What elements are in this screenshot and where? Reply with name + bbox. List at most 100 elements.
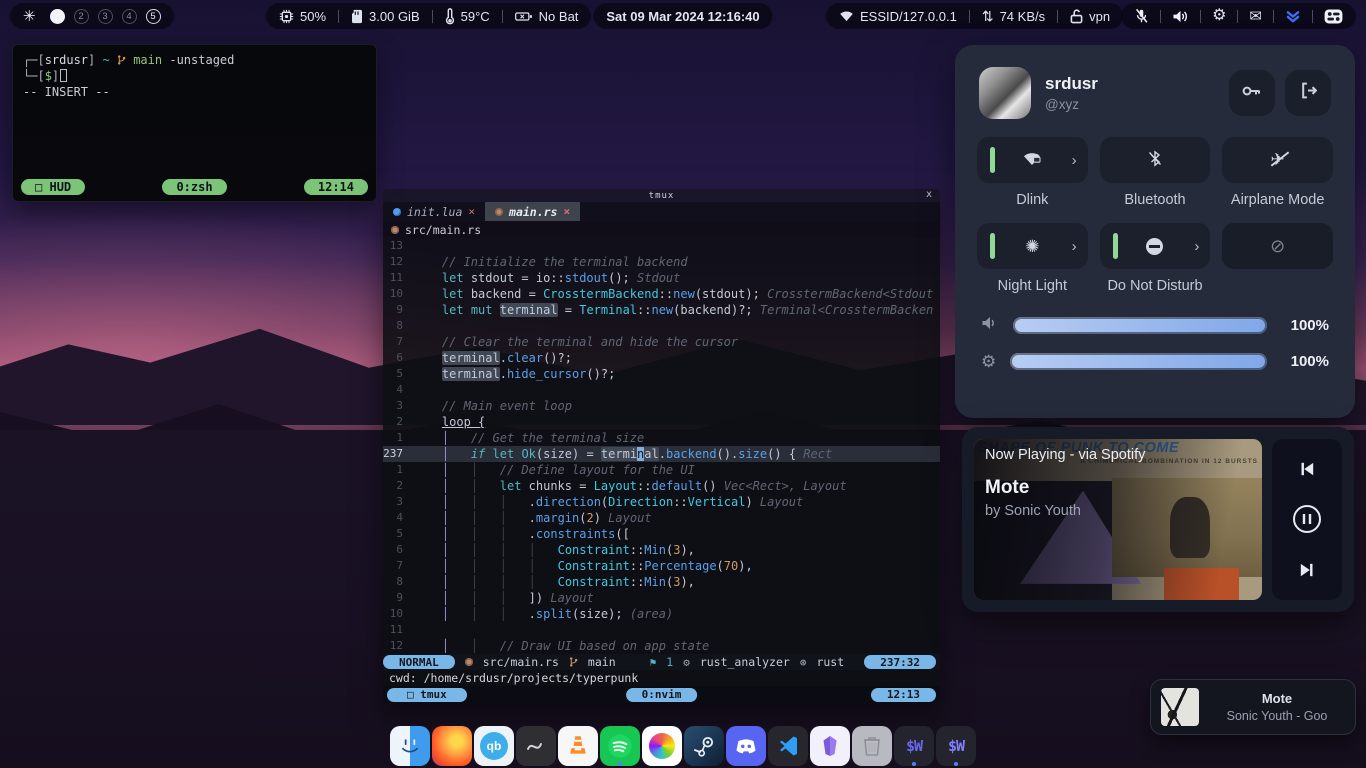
workspace-3[interactable]: 3 [98,9,113,24]
breadcrumb: src/main.rs [383,221,940,238]
toggle-label: Airplane Mode [1231,192,1325,209]
toggle-dlink[interactable]: › [977,137,1088,183]
code-line[interactable]: 1 │ // Get the terminal size [383,430,940,446]
chevron-right-icon[interactable]: › [1072,239,1077,254]
code-line[interactable]: 9 let mut terminal = Terminal::new(backe… [383,302,940,318]
dock-icon-file-manager[interactable] [390,726,430,766]
chevron-double-down-icon[interactable] [1285,10,1301,23]
mic-muted-icon[interactable] [1134,8,1149,24]
code-line[interactable]: 13 [383,238,940,254]
pause-button[interactable] [1292,504,1322,534]
network-widget[interactable]: ESSID/127.0.0.1 ⇅ 74 KB/s vpn [826,3,1123,29]
tmux-window-pill[interactable]: 0:nvim [626,688,698,702]
volume-slider[interactable] [1013,317,1267,334]
workspace-1[interactable] [50,9,65,24]
brightness-slider[interactable] [1010,353,1267,370]
code-line[interactable]: 6 terminal.clear()?; [383,350,940,366]
code-line[interactable]: 11 let stdout = io::stdout(); Stdout [383,270,940,286]
workspace-5[interactable]: 5 [146,9,161,24]
tab-main-rs[interactable]: main.rs × [485,202,580,221]
editor-window[interactable]: tmux x init.lua × main.rs × src/main.rs … [383,189,940,703]
code-line[interactable]: 11 [383,622,940,638]
mail-icon[interactable]: ✉ [1249,9,1262,24]
workspace-widget[interactable]: ✳ 2 3 4 5 [10,3,174,29]
dock-icon-vlc[interactable] [558,726,598,766]
window-close-button[interactable]: x [926,189,933,200]
memory-icon [351,9,363,24]
settings-gear-icon[interactable]: ⚙ [1212,8,1226,24]
prompt-branch: main [133,53,162,67]
toggle-label: Bluetooth [1124,192,1185,209]
tab-init-lua[interactable]: init.lua × [383,202,485,221]
dock-icon-spotify[interactable] [600,726,640,766]
toggle-night-light[interactable]: ✺ › [977,223,1088,269]
workspace-4[interactable]: 4 [122,9,137,24]
code-line[interactable]: 237 │ if let Ok(size) = terminal.backend… [383,446,940,462]
window-titlebar[interactable]: tmux x [383,189,940,202]
toggles-tray-icon[interactable] [1324,9,1343,24]
logout-button[interactable] [1285,70,1331,116]
code-line[interactable]: 8 [383,318,940,334]
dock-icon-wave-app[interactable] [516,726,556,766]
code-line[interactable]: 2 loop { [383,414,940,430]
chevron-right-icon[interactable]: › [1194,239,1199,254]
code-line[interactable]: 12 │ │ // Draw UI based on app state [383,638,940,654]
code-line[interactable]: 5 terminal.hide_cursor()?; [383,366,940,382]
dock-icon-qbittorrent[interactable]: qb [474,726,514,766]
code-area[interactable]: 1312 // Initialize the terminal backend1… [383,238,940,654]
tmux-session-pill[interactable]: □ tmux [387,688,467,702]
code-line[interactable]: 10 │ │ │ .split(size); (area) [383,606,940,622]
next-track-button[interactable] [1298,561,1316,579]
tmux-window-pill[interactable]: 0:zsh [162,179,226,195]
toggle-do-not-disturb[interactable]: › [1100,223,1211,269]
prompt-line-1: ┌─[srdusr] ~ main -unstaged [23,53,366,69]
code-line[interactable]: 12 // Initialize the terminal backend [383,254,940,270]
tray-widget: ⚙ ✉ [1121,3,1356,29]
toggle-blocked[interactable]: ⊘ [1222,223,1333,269]
dock-icon-trash[interactable] [852,726,892,766]
clock-widget[interactable]: Sat 09 Mar 2024 12:16:40 [593,3,772,29]
code-line[interactable]: 4 │ │ │ .margin(2) Layout [383,510,940,526]
dock-icon-wezterm-2[interactable]: $W [936,726,976,766]
brightness-icon: ⚙ [981,353,996,370]
code-line[interactable]: 9 │ │ │ ]) Layout [383,590,940,606]
memory-value: 3.00 GiB [369,9,420,24]
code-line[interactable]: 5 │ │ │ .constraints([ [383,526,940,542]
code-line[interactable]: 10 let backend = CrosstermBackend::new(s… [383,286,940,302]
tab-close-icon[interactable]: × [468,205,475,218]
toggle-label: Dlink [1016,192,1048,209]
code-line[interactable]: 6 │ │ │ │ Constraint::Min(3), [383,542,940,558]
flag-icon: ⚑ [650,657,657,668]
dock-icon-vscode[interactable] [768,726,808,766]
code-line[interactable]: 3 │ │ │ .direction(Direction::Vertical) … [383,494,940,510]
code-line[interactable]: 2 │ │ let chunks = Layout::default() Vec… [383,478,940,494]
code-line[interactable]: 1 │ │ // Define layout for the UI [383,462,940,478]
lock-keys-button[interactable] [1229,70,1275,116]
code-line[interactable]: 4 [383,382,940,398]
tab-close-icon[interactable]: × [563,205,570,218]
workspace-2[interactable]: 2 [74,9,89,24]
media-notification[interactable]: Mote Sonic Youth - Goo [1150,679,1356,735]
dock-icon-discord[interactable] [726,726,766,766]
dock-icon-wezterm-1[interactable]: $W [894,726,934,766]
tmux-session-pill[interactable]: □ HUD [21,179,85,195]
volume-icon[interactable] [1172,9,1189,24]
cpu-icon [279,9,294,24]
terminal-window[interactable]: ┌─[srdusr] ~ main -unstaged └─[$] -- INS… [12,44,377,202]
code-line[interactable]: 8 │ │ │ │ Constraint::Min(3), [383,574,940,590]
code-line[interactable]: 7 │ │ │ │ Constraint::Percentage(70), [383,558,940,574]
toggle-bluetooth[interactable] [1100,137,1211,183]
toggle-airplane-mode[interactable]: ✈ [1222,137,1333,183]
dock-icon-firefox[interactable] [432,726,472,766]
avatar [979,67,1031,119]
lsp-name: rust_analyzer [700,655,790,669]
code-line[interactable]: 3 // Main event loop [383,398,940,414]
dock-icon-obsidian[interactable] [810,726,850,766]
system-stats-widget[interactable]: 50% 3.00 GiB 59°C No Bat [266,3,591,29]
chevron-right-icon[interactable]: › [1072,153,1077,168]
code-line[interactable]: 7 // Clear the terminal and hide the cur… [383,334,940,350]
previous-track-button[interactable] [1298,460,1316,478]
dock-icon-steam[interactable] [684,726,724,766]
qbittorrent-logo: qb [480,732,508,760]
dock-icon-photos[interactable] [642,726,682,766]
